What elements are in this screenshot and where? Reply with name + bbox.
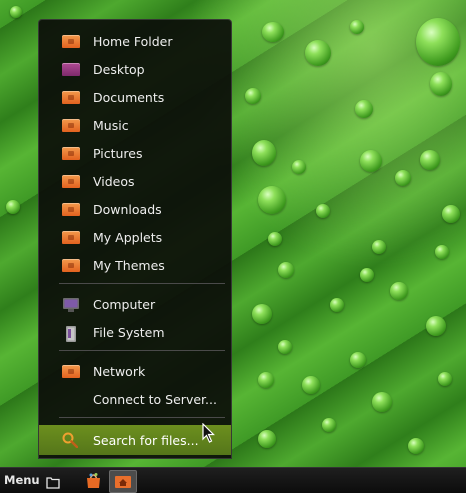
menu-item-label: Documents	[93, 90, 165, 105]
water-drop	[258, 430, 276, 448]
water-drop	[360, 150, 382, 172]
desktop-folder-icon	[62, 63, 80, 76]
water-drop	[435, 245, 449, 259]
menu-item-label: Network	[93, 364, 146, 379]
menu-item-documents[interactable]: Documents	[39, 85, 231, 109]
water-drop	[430, 72, 452, 96]
menu-item-downloads[interactable]: Downloads	[39, 197, 231, 221]
menu-item-label: Search for files...	[93, 433, 199, 448]
menu-item-label: Music	[93, 118, 129, 133]
menu-item-file-system[interactable]: File System	[39, 320, 231, 344]
water-drop	[278, 340, 292, 354]
menu-item-label: Computer	[93, 297, 156, 312]
videos-folder-icon	[62, 175, 80, 188]
menu-item-videos[interactable]: Videos	[39, 169, 231, 193]
water-drop	[316, 204, 330, 218]
menu-item-label: Pictures	[93, 146, 143, 161]
water-drop	[258, 186, 286, 214]
water-drop	[305, 40, 331, 66]
water-drop	[252, 304, 272, 324]
water-drop	[442, 205, 460, 223]
water-drop	[268, 232, 282, 246]
mouse-pointer-icon	[202, 422, 216, 443]
bottom-panel: Menu	[0, 467, 466, 493]
menu-item-my-themes[interactable]: My Themes	[39, 253, 231, 277]
water-drop	[330, 298, 344, 312]
software-center-icon[interactable]	[85, 472, 102, 489]
menu-item-label: Videos	[93, 174, 135, 189]
water-drop	[395, 170, 411, 186]
drive-icon	[62, 326, 80, 342]
menu-item-label: Home Folder	[93, 34, 173, 49]
menu-separator	[59, 417, 225, 418]
menu-item-label: Desktop	[93, 62, 145, 77]
menu-item-label: Connect to Server...	[93, 392, 217, 407]
water-drop	[10, 6, 22, 18]
water-drop	[322, 418, 336, 432]
files-icon[interactable]	[46, 474, 60, 489]
menu-item-music[interactable]: Music	[39, 113, 231, 137]
menu-item-home-folder[interactable]: Home Folder	[39, 29, 231, 53]
water-drop	[350, 20, 364, 34]
water-drop	[245, 88, 261, 104]
search-icon	[62, 432, 79, 449]
computer-icon	[62, 298, 80, 312]
water-drop	[350, 352, 366, 368]
menu-item-network[interactable]: Network	[39, 359, 231, 383]
water-drop	[416, 18, 460, 66]
menu-item-connect-to-server[interactable]: Connect to Server...	[39, 387, 231, 411]
water-drop	[372, 240, 386, 254]
music-folder-icon	[62, 119, 80, 132]
water-drop	[420, 150, 440, 170]
water-drop	[355, 100, 373, 118]
menu-item-computer[interactable]: Computer	[39, 292, 231, 316]
menu-item-my-applets[interactable]: My Applets	[39, 225, 231, 249]
water-drop	[292, 160, 306, 174]
water-drop	[302, 376, 320, 394]
water-drop	[372, 392, 392, 412]
water-drop	[438, 372, 452, 386]
pictures-folder-icon	[62, 147, 80, 160]
documents-folder-icon	[62, 91, 80, 104]
water-drop	[426, 316, 446, 336]
menu-item-label: Downloads	[93, 202, 162, 217]
downloads-folder-icon	[62, 203, 80, 216]
water-drop	[390, 282, 408, 300]
menu-separator	[59, 350, 225, 351]
home-folder-launcher[interactable]	[109, 470, 137, 493]
menu-separator	[59, 283, 225, 284]
water-drop	[6, 200, 20, 214]
places-menu: Home Folder Desktop Documents Music Pict…	[38, 19, 232, 459]
menu-item-desktop[interactable]: Desktop	[39, 57, 231, 81]
water-drop	[278, 262, 294, 278]
menu-item-label: My Themes	[93, 258, 165, 273]
water-drop	[408, 438, 424, 454]
home-folder-icon	[62, 35, 80, 48]
water-drop	[262, 22, 284, 42]
folder-icon	[62, 231, 80, 244]
menu-item-label: File System	[93, 325, 165, 340]
network-folder-icon	[62, 365, 80, 378]
menu-item-label: My Applets	[93, 230, 163, 245]
folder-icon	[62, 259, 80, 272]
menu-button[interactable]: Menu	[4, 473, 40, 487]
menu-item-pictures[interactable]: Pictures	[39, 141, 231, 165]
water-drop	[252, 140, 276, 166]
water-drop	[258, 372, 274, 388]
water-drop	[360, 268, 374, 282]
